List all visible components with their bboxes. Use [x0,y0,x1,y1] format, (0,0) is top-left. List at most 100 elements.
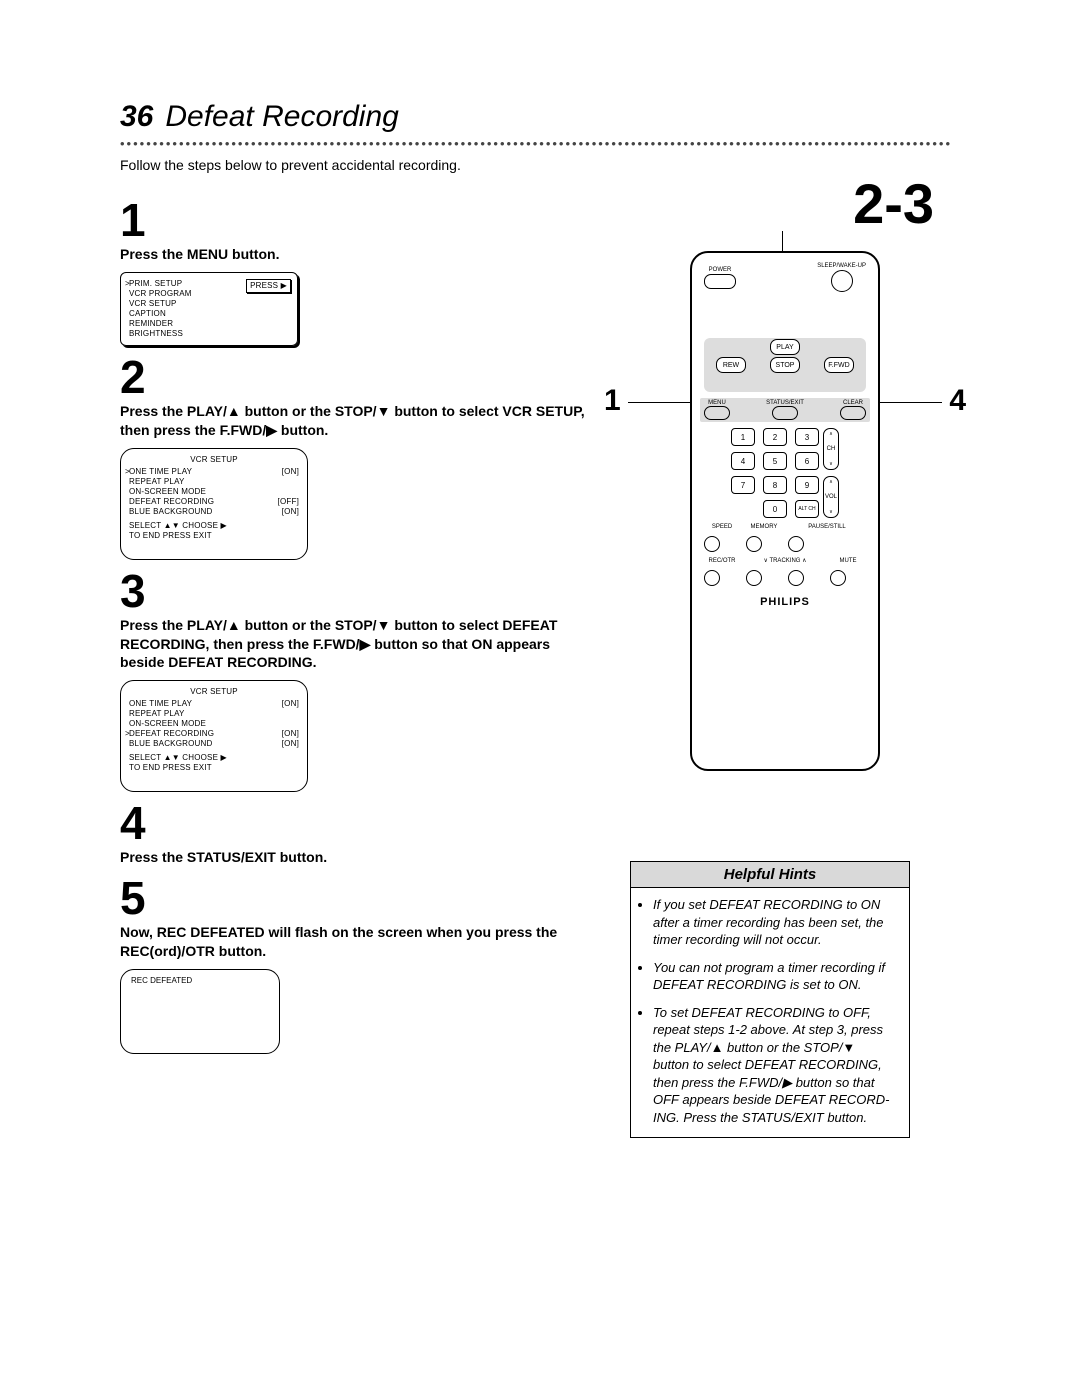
digit-8[interactable]: 8 [763,476,787,494]
rec-button[interactable] [704,570,720,586]
menu-value: [ON] [282,729,299,739]
menu-value: [ON] [282,739,299,749]
play-button[interactable]: PLAY [770,339,800,355]
press-indicator: PRESS ▶ [246,279,291,293]
menu-item: VCR PROGRAM [129,289,192,299]
brand-logo: PHILIPS [704,596,866,608]
page-number: 36 [120,100,153,134]
digit-6[interactable]: 6 [795,452,819,470]
sleep-button[interactable] [831,270,853,292]
pause-label: PAUSE/STILL [788,524,866,530]
rec-label: REC/OTR [704,558,740,564]
tracking-label: TRACKING [769,558,800,564]
pause-button[interactable] [788,536,804,552]
menu-value: [ON] [282,467,299,477]
digit-7[interactable]: 7 [731,476,755,494]
rec-defeated-label: REC DEFEATED [131,976,192,985]
altch-button[interactable]: ALT CH [795,500,819,518]
menu-button[interactable] [704,406,730,420]
remote-control: POWER SLEEP/WAKE-UP PLAY [690,251,880,771]
channel-rocker[interactable]: ∧CH∨ [823,428,839,470]
dpad: PLAY REW STOP F.FWD [704,338,866,392]
menu-item: ON-SCREEN MODE [129,487,206,497]
step-number-3: 3 [120,568,590,614]
step-number-5: 5 [120,875,590,921]
ch-label: CH [827,446,836,452]
step-number-4: 4 [120,800,590,846]
callout-1: 1 [604,384,621,418]
sleep-label: SLEEP/WAKE-UP [817,263,866,269]
digit-1[interactable]: 1 [731,428,755,446]
rew-button[interactable]: REW [716,357,746,373]
menu-item: CAPTION [129,309,166,319]
step-text-4: Press the STATUS/EXIT button. [120,848,590,867]
hint-item: If you set DEFEAT RECORDING to ON after … [653,896,895,949]
screen-title: VCR SETUP [129,687,299,697]
power-label: POWER [709,267,732,273]
tv-screen-1: PRESS ▶ PRIM. SETUP VCR PROGRAM VCR SETU… [120,272,298,346]
menu-item: ONE TIME PLAY [129,699,192,709]
tv-screen-3: VCR SETUP ONE TIME PLAY[ON] REPEAT PLAY … [120,680,308,792]
footer-hint: SELECT ▲▼ CHOOSE ▶ [129,753,299,763]
hint-item: To set DEFEAT RECORDING to OFF, repeat s… [653,1004,895,1127]
tv-screen-4: REC DEFEATED [120,969,280,1054]
menu-value: [ON] [282,507,299,517]
remote-diagram: 2-3 1 4 POWER SLEEP/WAKE-UP [630,201,940,841]
digit-4[interactable]: 4 [731,452,755,470]
menu-item: BLUE BACKGROUND [129,507,212,517]
step-text-2: Press the PLAY/▲ button or the STOP/▼ bu… [120,402,590,440]
hint-item: You can not program a timer recording if… [653,959,895,994]
menu-item: DEFEAT RECORDING [129,729,214,739]
menu-item: REMINDER [129,319,173,329]
footer-hint: SELECT ▲▼ CHOOSE ▶ [129,521,299,531]
speed-button[interactable] [704,536,720,552]
menu-item: REPEAT PLAY [129,709,185,719]
volume-rocker[interactable]: ∧VOL∨ [823,476,839,518]
vol-label: VOL [825,494,837,500]
menu-item: BRIGHTNESS [129,329,183,339]
menu-item: ONE TIME PLAY [129,467,192,477]
menu-item: BLUE BACKGROUND [129,739,212,749]
step-text-1: Press the MENU button. [120,245,590,264]
mute-button[interactable] [830,570,846,586]
speed-label: SPEED [704,524,740,530]
menu-item: ON-SCREEN MODE [129,719,206,729]
intro-text: Follow the steps below to prevent accide… [120,157,980,173]
callout-line [880,402,942,403]
menu-item: DEFEAT RECORDING [129,497,214,507]
footer-hint: TO END PRESS EXIT [129,763,299,773]
menu-value: [ON] [282,699,299,709]
divider-dots: ••••••••••••••••••••••••••••••••••••••••… [120,136,980,151]
memory-button[interactable] [746,536,762,552]
page-title: Defeat Recording [165,100,398,134]
screen-title: VCR SETUP [129,455,299,465]
step-text-5: Now, REC DEFEATED will flash on the scre… [120,923,590,961]
helpful-hints-box: Helpful Hints If you set DEFEAT RECORDIN… [630,861,910,1138]
menu-item: REPEAT PLAY [129,477,185,487]
mute-label: MUTE [830,558,866,564]
callout-line [628,402,690,403]
digit-0[interactable]: 0 [763,500,787,518]
footer-hint: TO END PRESS EXIT [129,531,299,541]
step-number-2: 2 [120,354,590,400]
digit-9[interactable]: 9 [795,476,819,494]
menu-value: [OFF] [278,497,299,507]
status-exit-button[interactable] [772,406,798,420]
clear-button[interactable] [840,406,866,420]
callout-2-3: 2-3 [853,171,934,236]
digit-3[interactable]: 3 [795,428,819,446]
digit-5[interactable]: 5 [763,452,787,470]
menu-item: PRIM. SETUP [129,279,182,289]
tracking-down-button[interactable] [746,570,762,586]
menu-item: VCR SETUP [129,299,177,309]
tracking-up-button[interactable] [788,570,804,586]
stop-button[interactable]: STOP [770,357,800,373]
step-text-3: Press the PLAY/▲ button or the STOP/▼ bu… [120,616,590,673]
power-button[interactable] [704,274,736,289]
step-number-1: 1 [120,197,590,243]
ffwd-button[interactable]: F.FWD [824,357,854,373]
digit-2[interactable]: 2 [763,428,787,446]
hints-title: Helpful Hints [631,862,909,888]
tv-screen-2: VCR SETUP ONE TIME PLAY[ON] REPEAT PLAY … [120,448,308,560]
callout-4: 4 [949,384,966,418]
